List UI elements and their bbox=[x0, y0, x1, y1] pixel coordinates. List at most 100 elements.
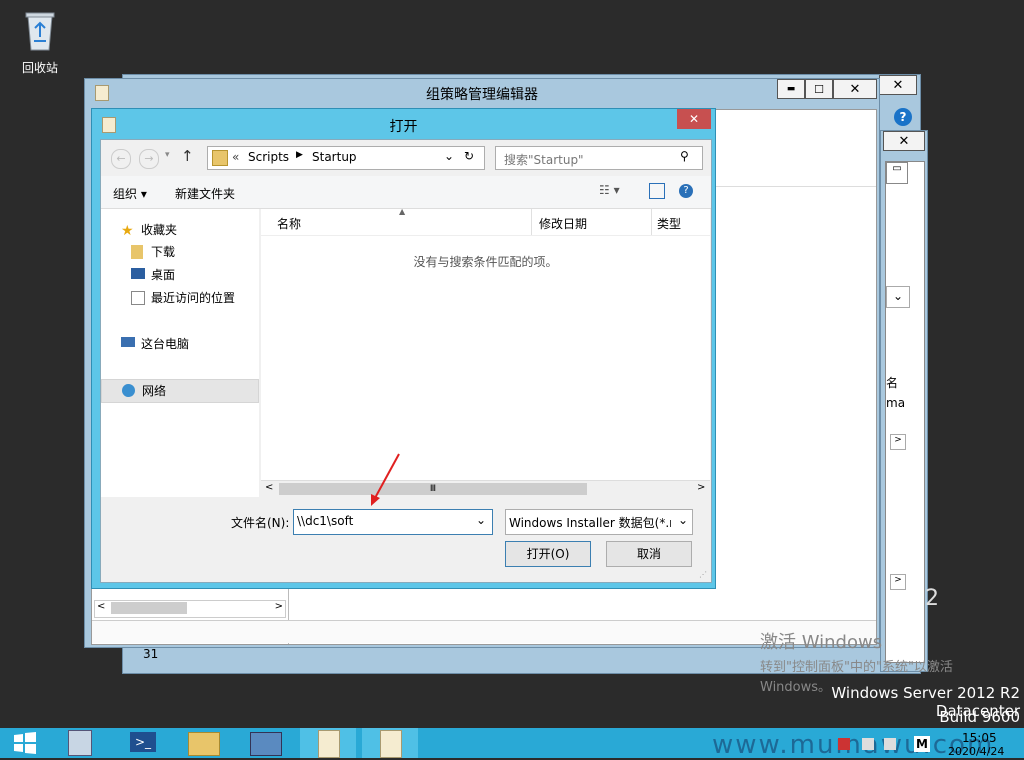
scroll-left-icon[interactable]: < bbox=[265, 482, 273, 493]
background-window-number: 31 bbox=[143, 647, 159, 661]
chevron-down-icon[interactable]: ⌄ bbox=[678, 513, 688, 527]
server-manager-icon bbox=[68, 730, 92, 756]
empty-message: 没有与搜索条件匹配的项。 bbox=[413, 255, 558, 269]
clock-time[interactable]: 15:05 bbox=[962, 731, 997, 745]
background-window-close-button[interactable]: ✕ bbox=[879, 75, 917, 95]
tray-volume-icon[interactable] bbox=[884, 738, 896, 750]
partial-col2: ma bbox=[886, 396, 906, 410]
breadcrumb-item-scripts[interactable]: Scripts bbox=[248, 150, 289, 164]
background-window-2: ✕ ▭ ⌄ 名 ma > > bbox=[880, 130, 928, 672]
nav-item-downloads[interactable]: 下载 bbox=[101, 241, 259, 263]
left-pane-hscroll[interactable]: < > bbox=[94, 600, 286, 618]
file-type-value: Windows Installer 数据包(*.m bbox=[509, 516, 671, 530]
os-build: Build 9600 bbox=[939, 708, 1020, 726]
resize-grip-icon[interactable]: ⋰ bbox=[699, 570, 707, 579]
filename-value: \\dc1\soft bbox=[297, 514, 354, 528]
breadcrumb-prefix: « bbox=[232, 150, 240, 164]
scroll-right-icon[interactable]: > bbox=[890, 574, 906, 590]
nav-item-this-pc[interactable]: 这台电脑 bbox=[101, 333, 259, 355]
gpo-minimize-button[interactable]: ▬ bbox=[777, 79, 805, 99]
file-type-select[interactable]: Windows Installer 数据包(*.m ⌄ bbox=[505, 509, 693, 535]
new-folder-button[interactable]: 新建文件夹 bbox=[175, 185, 235, 202]
column-header-type[interactable]: 类型 bbox=[657, 215, 681, 232]
taskbar-script-editor[interactable] bbox=[362, 728, 418, 758]
preview-pane-icon[interactable] bbox=[649, 183, 665, 199]
activate-windows-subtitle: 转到"控制面板"中的"系统"以激活 bbox=[760, 660, 953, 675]
explorer-icon bbox=[188, 732, 220, 756]
computer-icon bbox=[121, 337, 135, 347]
breadcrumb-item-startup[interactable]: Startup bbox=[312, 150, 357, 164]
partial-dropdown[interactable]: ⌄ bbox=[886, 286, 910, 308]
column-header-name[interactable]: 名称 bbox=[277, 215, 531, 235]
gpo-editor-icon bbox=[318, 730, 340, 758]
address-bar[interactable]: « Scripts ▶ Startup ⌄ ↻ bbox=[207, 146, 485, 170]
file-list: ▲ 名称 修改日期 类型 没有与搜索条件匹配的项。 < Ⅲ > bbox=[261, 207, 710, 497]
breadcrumb-chevron-icon: ▶ bbox=[296, 150, 303, 160]
dialog-close-button[interactable]: ✕ bbox=[677, 109, 711, 129]
powershell-icon: >_ bbox=[130, 732, 156, 752]
recent-places-icon bbox=[131, 291, 145, 305]
download-folder-icon bbox=[131, 245, 143, 259]
script-icon bbox=[380, 730, 402, 758]
search-placeholder: 搜索"Startup" bbox=[504, 153, 584, 167]
open-button[interactable]: 打开(O) bbox=[505, 541, 591, 567]
search-icon: ⚲ bbox=[680, 149, 689, 163]
activate-windows-title: 激活 Windows bbox=[760, 632, 883, 653]
dialog-title: 打开 bbox=[389, 119, 418, 135]
gpo-close-button[interactable]: ✕ bbox=[833, 79, 877, 99]
scrollbar-thumb[interactable]: Ⅲ bbox=[279, 483, 587, 495]
tray-flag-icon[interactable] bbox=[838, 738, 850, 750]
recycle-bin-icon bbox=[25, 12, 55, 51]
nav-item-desktop[interactable]: 桌面 bbox=[101, 264, 259, 286]
taskbar-server-manager[interactable] bbox=[54, 728, 110, 758]
scroll-left-icon[interactable]: < bbox=[97, 601, 105, 612]
up-button[interactable]: ↑ bbox=[181, 147, 194, 165]
taskbar-powershell[interactable]: >_ bbox=[116, 728, 172, 758]
background-window-help-icon[interactable]: ? bbox=[894, 108, 912, 126]
horizontal-scrollbar[interactable]: < Ⅲ > bbox=[261, 480, 710, 497]
column-header-modified[interactable]: 修改日期 bbox=[539, 215, 587, 232]
cancel-button[interactable]: 取消 bbox=[606, 541, 692, 567]
partial-col1: 名 bbox=[886, 376, 899, 390]
clock-date[interactable]: 2020/4/24 bbox=[948, 745, 1004, 757]
taskbar-gpmc[interactable] bbox=[238, 728, 294, 758]
bg-digit: 2 bbox=[925, 586, 939, 611]
taskbar: >_ www.mumawu.com M 15:05 2020/4/24 bbox=[0, 728, 1024, 760]
recycle-bin[interactable]: 回收站 bbox=[14, 6, 66, 76]
start-button[interactable] bbox=[0, 728, 52, 758]
gpo-maximize-button[interactable]: ☐ bbox=[805, 79, 833, 99]
tray-network-icon[interactable] bbox=[862, 738, 874, 750]
recycle-bin-label: 回收站 bbox=[21, 61, 58, 75]
refresh-icon[interactable]: ↻ bbox=[464, 149, 474, 163]
windows-logo-icon bbox=[14, 732, 36, 754]
restore-icon[interactable]: ▭ bbox=[886, 162, 908, 184]
chevron-down-icon[interactable]: ⌄ bbox=[444, 149, 454, 163]
forward-button[interactable]: → bbox=[139, 149, 159, 169]
help-icon[interactable]: ? bbox=[679, 184, 693, 198]
gpo-editor-title: 组策略管理编辑器 bbox=[426, 87, 538, 103]
nav-item-favorites[interactable]: ★ 收藏夹 bbox=[101, 219, 259, 241]
scroll-right-icon[interactable]: > bbox=[890, 434, 906, 450]
filename-input[interactable]: \\dc1\soft ⌄ bbox=[293, 509, 493, 535]
gpmc-icon bbox=[250, 732, 282, 756]
scroll-right-icon[interactable]: > bbox=[697, 482, 705, 493]
nav-item-recent[interactable]: 最近访问的位置 bbox=[101, 287, 259, 309]
chevron-down-icon: ⌄ bbox=[893, 289, 904, 303]
taskbar-explorer[interactable] bbox=[176, 728, 232, 758]
background-window-2-close-button[interactable]: ✕ bbox=[883, 131, 925, 151]
tray-ime-icon[interactable]: M bbox=[914, 736, 930, 752]
filename-label: 文件名(N): bbox=[231, 516, 290, 530]
recent-dropdown-icon[interactable]: ▾ bbox=[165, 150, 170, 160]
taskbar-gpo-editor[interactable] bbox=[300, 728, 356, 758]
nav-item-network[interactable]: 网络 bbox=[101, 379, 259, 403]
search-input[interactable]: 搜索"Startup" ⚲ bbox=[495, 146, 703, 170]
navigation-pane: ★ 收藏夹 下载 桌面 最近访问的位置 这台电脑 网络 bbox=[101, 209, 259, 497]
scroll-right-icon[interactable]: > bbox=[275, 601, 283, 612]
chevron-down-icon[interactable]: ⌄ bbox=[476, 513, 486, 527]
annotation-arrow-icon bbox=[371, 453, 400, 506]
open-file-dialog: 打开 ✕ ← → ▾ ↑ « Scripts ▶ Startup ⌄ ↻ 搜索"… bbox=[91, 108, 716, 589]
back-button[interactable]: ← bbox=[111, 149, 131, 169]
network-icon bbox=[122, 384, 135, 397]
view-options-icon[interactable]: ☷ ▾ bbox=[599, 183, 620, 197]
organize-button[interactable]: 组织 ▾ bbox=[113, 185, 147, 202]
